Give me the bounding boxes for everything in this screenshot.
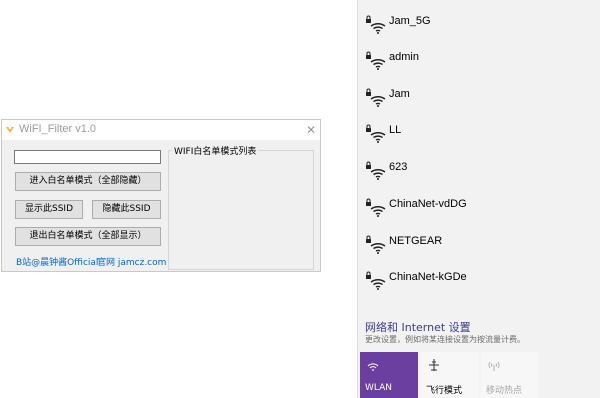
app-logo-icon <box>6 126 14 133</box>
network-name: ChinaNet-kGDe <box>389 271 467 283</box>
network-name: LL <box>389 124 402 136</box>
network-item[interactable]: Jam <box>358 79 600 115</box>
mobile-hotspot-label: 移动热点 <box>486 386 523 396</box>
mobile-hotspot-toggle[interactable]: 移动热点 <box>481 352 539 398</box>
network-item[interactable]: admin <box>358 42 600 78</box>
wifi-secured-icon <box>366 198 386 217</box>
bilibili-link[interactable]: B站@晨钟酱Official <box>16 255 98 268</box>
airplane-mode-label: 飞行模式 <box>426 386 463 396</box>
network-item[interactable]: LL <box>358 115 600 151</box>
titlebar: WiFI_Filter v1.0 ✕ <box>2 120 320 140</box>
network-name: 623 <box>389 161 408 173</box>
website-link[interactable]: 官网 jamcz.com <box>97 255 166 268</box>
network-settings-link[interactable]: 网络和 Internet 设置 <box>365 319 471 335</box>
wifi-secured-icon <box>366 235 386 254</box>
network-name: Jam <box>389 88 410 100</box>
wifi-filter-window: WiFI_Filter v1.0 ✕ 进入白名单模式（全部隐藏） 显示此SSID… <box>1 119 321 272</box>
wifi-secured-icon <box>366 161 386 180</box>
airplane-icon <box>429 359 439 371</box>
network-item[interactable]: Jam_5G <box>358 6 600 42</box>
wifi-secured-icon <box>366 15 386 34</box>
wifi-secured-icon <box>366 124 386 143</box>
enter-whitelist-button[interactable]: 进入白名单模式（全部隐藏） <box>15 172 161 191</box>
wlan-label: WLAN <box>365 383 393 393</box>
network-item[interactable]: NETGEAR <box>358 226 600 262</box>
network-name: NETGEAR <box>389 235 443 247</box>
hide-ssid-button[interactable]: 隐藏此SSID <box>92 200 161 219</box>
network-item[interactable]: ChinaNet-vdDG <box>358 189 600 225</box>
wlan-toggle[interactable]: WLAN <box>360 352 418 398</box>
hotspot-icon <box>488 361 500 371</box>
network-item[interactable]: ChinaNet-kGDe <box>358 262 600 298</box>
whitelist-group-title: WIFI白名单模式列表 <box>172 144 259 157</box>
network-name: ChinaNet-vdDG <box>389 198 467 210</box>
airplane-mode-toggle[interactable]: 飞行模式 <box>421 352 479 398</box>
exit-whitelist-button[interactable]: 退出白名单模式（全部显示） <box>15 227 161 246</box>
wifi-secured-icon <box>366 88 386 107</box>
wifi-secured-icon <box>366 51 386 70</box>
wifi-flyout: Jam_5Gadmin Jam LL 623 ChinaNet-vdDG NETGEAR C… <box>357 0 600 398</box>
window-title: WiFI_Filter v1.0 <box>19 123 97 135</box>
wifi-secured-icon <box>366 271 386 290</box>
network-name: admin <box>389 51 419 63</box>
whitelist-list-box <box>168 150 314 270</box>
close-button[interactable]: ✕ <box>302 121 320 139</box>
ssid-input[interactable] <box>14 150 161 164</box>
network-name: Jam_5G <box>389 15 431 27</box>
wifi-icon <box>367 363 379 371</box>
show-ssid-button[interactable]: 显示此SSID <box>15 200 83 219</box>
network-item[interactable]: 623 <box>358 152 600 188</box>
network-settings-description: 更改设置，例如将某连接设置为按流量计费。 <box>365 335 525 344</box>
